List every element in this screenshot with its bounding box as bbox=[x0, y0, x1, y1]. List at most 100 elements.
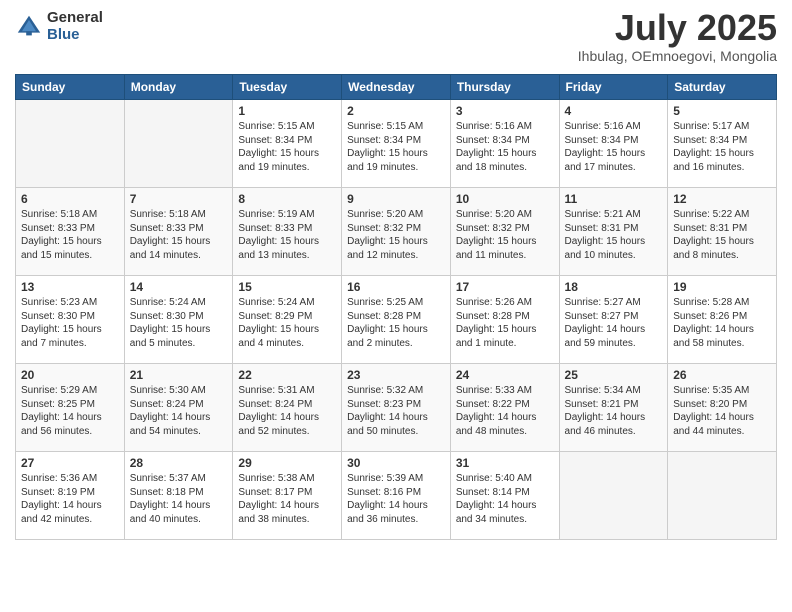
day-info: Sunrise: 5:20 AM Sunset: 8:32 PM Dayligh… bbox=[347, 208, 445, 262]
day-info: Sunrise: 5:39 AM Sunset: 8:16 PM Dayligh… bbox=[347, 472, 445, 526]
calendar-cell: 22Sunrise: 5:31 AM Sunset: 8:24 PM Dayli… bbox=[233, 364, 342, 452]
header-monday: Monday bbox=[124, 75, 233, 100]
day-number: 13 bbox=[21, 280, 119, 294]
day-number: 1 bbox=[238, 104, 336, 118]
location-subtitle: Ihbulag, OEmnoegovi, Mongolia bbox=[578, 48, 777, 64]
day-number: 14 bbox=[130, 280, 228, 294]
calendar-cell: 17 Sunrise: 5:26 AM Sunset: 8:28 PM Dayli… bbox=[450, 276, 559, 364]
calendar-cell bbox=[124, 100, 233, 188]
calendar-cell: 3 Sunrise: 5:16 AM Sunset: 8:34 PM Daylig… bbox=[450, 100, 559, 188]
day-number: 27 bbox=[21, 456, 119, 470]
calendar-cell: 29 Sunrise: 5:38 AM Sunset: 8:17 PM Dayli… bbox=[233, 452, 342, 540]
day-number: 6 bbox=[21, 192, 119, 206]
day-info: Sunrise: 5:29 AM Sunset: 8:25 PM Dayligh… bbox=[21, 384, 119, 438]
logo-icon bbox=[15, 13, 43, 41]
calendar-cell: 24 Sunrise: 5:33 AM Sunset: 8:22 PM Dayli… bbox=[450, 364, 559, 452]
day-info: Sunrise: 5:34 AM Sunset: 8:21 PM Dayligh… bbox=[565, 384, 663, 438]
calendar-week-4: 20 Sunrise: 5:29 AM Sunset: 8:25 PM Dayli… bbox=[16, 364, 777, 452]
calendar-cell bbox=[559, 452, 668, 540]
calendar-cell bbox=[16, 100, 125, 188]
day-number: 4 bbox=[565, 104, 663, 118]
header-thursday: Thursday bbox=[450, 75, 559, 100]
day-number: 8 bbox=[238, 192, 336, 206]
day-number: 3 bbox=[456, 104, 554, 118]
calendar-cell: 30Sunrise: 5:39 AM Sunset: 8:16 PM Dayli… bbox=[342, 452, 451, 540]
day-info: Sunrise: 5:25 AM Sunset: 8:28 PM Dayligh… bbox=[347, 296, 445, 350]
calendar-week-3: 13Sunrise: 5:23 AM Sunset: 8:30 PM Dayli… bbox=[16, 276, 777, 364]
day-number: 20 bbox=[21, 368, 119, 382]
day-number: 25 bbox=[565, 368, 663, 382]
calendar-cell: 8 Sunrise: 5:19 AM Sunset: 8:33 PM Daylig… bbox=[233, 188, 342, 276]
day-info: Sunrise: 5:32 AM Sunset: 8:23 PM Dayligh… bbox=[347, 384, 445, 438]
day-number: 9 bbox=[347, 192, 445, 206]
day-info: Sunrise: 5:22 AM Sunset: 8:31 PM Dayligh… bbox=[673, 208, 771, 262]
calendar-cell: 15Sunrise: 5:24 AM Sunset: 8:29 PM Dayli… bbox=[233, 276, 342, 364]
day-info: Sunrise: 5:37 AM Sunset: 8:18 PM Dayligh… bbox=[130, 472, 228, 526]
day-number: 23 bbox=[347, 368, 445, 382]
calendar-cell: 31Sunrise: 5:40 AM Sunset: 8:14 PM Dayli… bbox=[450, 452, 559, 540]
day-number: 24 bbox=[456, 368, 554, 382]
day-info: Sunrise: 5:17 AM Sunset: 8:34 PM Dayligh… bbox=[673, 120, 771, 174]
calendar-cell: 9 Sunrise: 5:20 AM Sunset: 8:32 PM Daylig… bbox=[342, 188, 451, 276]
day-info: Sunrise: 5:18 AM Sunset: 8:33 PM Dayligh… bbox=[130, 208, 228, 262]
day-info: Sunrise: 5:15 AM Sunset: 8:34 PM Dayligh… bbox=[238, 120, 336, 174]
calendar-cell: 20 Sunrise: 5:29 AM Sunset: 8:25 PM Dayli… bbox=[16, 364, 125, 452]
calendar-cell: 10Sunrise: 5:20 AM Sunset: 8:32 PM Dayli… bbox=[450, 188, 559, 276]
day-number: 15 bbox=[238, 280, 336, 294]
day-info: Sunrise: 5:18 AM Sunset: 8:33 PM Dayligh… bbox=[21, 208, 119, 262]
header-sunday: Sunday bbox=[16, 75, 125, 100]
day-number: 10 bbox=[456, 192, 554, 206]
day-info: Sunrise: 5:21 AM Sunset: 8:31 PM Dayligh… bbox=[565, 208, 663, 262]
day-number: 11 bbox=[565, 192, 663, 206]
calendar-cell: 19 Sunrise: 5:28 AM Sunset: 8:26 PM Dayli… bbox=[668, 276, 777, 364]
month-title: July 2025 bbox=[578, 10, 777, 46]
day-info: Sunrise: 5:15 AM Sunset: 8:34 PM Dayligh… bbox=[347, 120, 445, 174]
day-info: Sunrise: 5:27 AM Sunset: 8:27 PM Dayligh… bbox=[565, 296, 663, 350]
calendar-cell: 12 Sunrise: 5:22 AM Sunset: 8:31 PM Dayli… bbox=[668, 188, 777, 276]
calendar-table: SundayMondayTuesdayWednesdayThursdayFrid… bbox=[15, 74, 777, 540]
calendar-cell: 14Sunrise: 5:24 AM Sunset: 8:30 PM Dayli… bbox=[124, 276, 233, 364]
calendar-cell: 18 Sunrise: 5:27 AM Sunset: 8:27 PM Dayli… bbox=[559, 276, 668, 364]
calendar-cell: 1 Sunrise: 5:15 AM Sunset: 8:34 PM Daylig… bbox=[233, 100, 342, 188]
day-info: Sunrise: 5:31 AM Sunset: 8:24 PM Dayligh… bbox=[238, 384, 336, 438]
day-number: 12 bbox=[673, 192, 771, 206]
calendar-cell: 7 Sunrise: 5:18 AM Sunset: 8:33 PM Daylig… bbox=[124, 188, 233, 276]
day-info: Sunrise: 5:38 AM Sunset: 8:17 PM Dayligh… bbox=[238, 472, 336, 526]
day-number: 5 bbox=[673, 104, 771, 118]
day-number: 26 bbox=[673, 368, 771, 382]
calendar-header-row: SundayMondayTuesdayWednesdayThursdayFrid… bbox=[16, 75, 777, 100]
logo-text: General Blue bbox=[47, 10, 103, 43]
day-info: Sunrise: 5:28 AM Sunset: 8:26 PM Dayligh… bbox=[673, 296, 771, 350]
logo: General Blue bbox=[15, 10, 103, 43]
title-block: July 2025 Ihbulag, OEmnoegovi, Mongolia bbox=[578, 10, 777, 64]
header-friday: Friday bbox=[559, 75, 668, 100]
calendar-cell bbox=[668, 452, 777, 540]
calendar-cell: 27Sunrise: 5:36 AM Sunset: 8:19 PM Dayli… bbox=[16, 452, 125, 540]
day-number: 7 bbox=[130, 192, 228, 206]
day-number: 18 bbox=[565, 280, 663, 294]
day-info: Sunrise: 5:16 AM Sunset: 8:34 PM Dayligh… bbox=[456, 120, 554, 174]
day-number: 16 bbox=[347, 280, 445, 294]
day-info: Sunrise: 5:33 AM Sunset: 8:22 PM Dayligh… bbox=[456, 384, 554, 438]
header-wednesday: Wednesday bbox=[342, 75, 451, 100]
header-saturday: Saturday bbox=[668, 75, 777, 100]
calendar-week-2: 6 Sunrise: 5:18 AM Sunset: 8:33 PM Daylig… bbox=[16, 188, 777, 276]
day-info: Sunrise: 5:19 AM Sunset: 8:33 PM Dayligh… bbox=[238, 208, 336, 262]
logo-general-text: General bbox=[47, 10, 103, 27]
calendar-cell: 26 Sunrise: 5:35 AM Sunset: 8:20 PM Dayli… bbox=[668, 364, 777, 452]
page: General Blue July 2025 Ihbulag, OEmnoego… bbox=[0, 0, 792, 612]
calendar-cell: 23 Sunrise: 5:32 AM Sunset: 8:23 PM Dayli… bbox=[342, 364, 451, 452]
day-info: Sunrise: 5:35 AM Sunset: 8:20 PM Dayligh… bbox=[673, 384, 771, 438]
day-number: 19 bbox=[673, 280, 771, 294]
calendar-cell: 13Sunrise: 5:23 AM Sunset: 8:30 PM Dayli… bbox=[16, 276, 125, 364]
calendar-cell: 11 Sunrise: 5:21 AM Sunset: 8:31 PM Dayli… bbox=[559, 188, 668, 276]
day-number: 2 bbox=[347, 104, 445, 118]
day-number: 29 bbox=[238, 456, 336, 470]
day-info: Sunrise: 5:26 AM Sunset: 8:28 PM Dayligh… bbox=[456, 296, 554, 350]
day-number: 17 bbox=[456, 280, 554, 294]
day-info: Sunrise: 5:30 AM Sunset: 8:24 PM Dayligh… bbox=[130, 384, 228, 438]
day-number: 31 bbox=[456, 456, 554, 470]
calendar-cell: 2 Sunrise: 5:15 AM Sunset: 8:34 PM Daylig… bbox=[342, 100, 451, 188]
calendar-week-1: 1 Sunrise: 5:15 AM Sunset: 8:34 PM Daylig… bbox=[16, 100, 777, 188]
day-number: 21 bbox=[130, 368, 228, 382]
